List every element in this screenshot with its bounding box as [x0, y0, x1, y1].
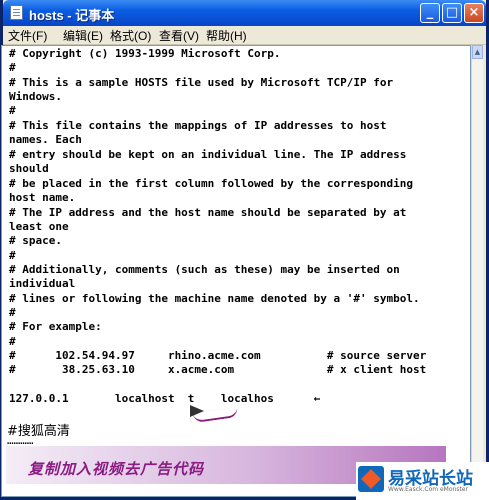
annotation-caption: 复制加入视频去广告代码	[28, 460, 205, 478]
text-line: # be placed in the first column followed…	[9, 177, 413, 190]
text-line: # This is a sample HOSTS file used by Mi…	[9, 76, 394, 89]
menu-bar: 文件(F) 编辑(E) 格式(O) 查看(V) 帮助(H)	[3, 26, 486, 45]
site-logo-icon	[358, 466, 384, 492]
watermark-sub: Www.Easck.Com eMonster	[388, 486, 468, 493]
text-line: # lines or following the machine name de…	[9, 292, 420, 305]
text-line: #	[9, 335, 16, 348]
arrow-pointer-icon	[190, 405, 204, 417]
menu-view[interactable]: 查看(V)	[159, 27, 199, 44]
text-line: host name.	[9, 191, 76, 204]
text-line: # entry should be kept on an individual …	[9, 148, 407, 161]
text-line: individual	[9, 277, 76, 290]
text-line: # space.	[9, 234, 62, 247]
text-line: names. Each	[9, 133, 82, 146]
vertical-scrollbar[interactable]: ▲	[471, 45, 483, 497]
maximize-button[interactable]: □	[442, 3, 462, 23]
text-line: # 38.25.63.10 x.acme.com # x client host	[9, 363, 427, 376]
menu-format[interactable]: 格式(O)	[110, 27, 151, 44]
text-editor[interactable]: # Copyright (c) 1993-1999 Microsoft Corp…	[1, 45, 471, 497]
text-line: # The IP address and the host name shoul…	[9, 206, 407, 219]
text-line: #	[9, 306, 16, 319]
text-line: #	[9, 249, 16, 262]
text-line: # Copyright (c) 1993-1999 Microsoft Corp…	[9, 47, 281, 60]
text-line: # This file contains the mappings of IP …	[9, 119, 387, 132]
text-line: # For example:	[9, 320, 102, 333]
text-line: # Additionally, comments (such as these)…	[9, 263, 400, 276]
minimize-button[interactable]: _	[420, 3, 440, 23]
menu-file[interactable]: 文件(F)	[8, 27, 47, 44]
menu-edit[interactable]: 编辑(E)	[63, 27, 103, 44]
text-line: least one	[9, 220, 69, 233]
text-line: should	[9, 162, 49, 175]
text-line: Windows.	[9, 90, 62, 103]
title-bar[interactable]: hosts - 记事本 _ □ ×	[3, 0, 486, 26]
site-watermark: 易采站长站 Www.Easck.Com eMonster	[356, 462, 489, 500]
scroll-up-arrow-icon[interactable]: ▲	[472, 45, 483, 59]
text-line: #	[9, 61, 16, 74]
notepad-icon	[10, 5, 23, 20]
localhost-line: 127.0.0.1 localhost t localhos ←	[9, 392, 321, 405]
text-line: #	[9, 104, 16, 117]
menu-help[interactable]: 帮助(H)	[206, 27, 247, 44]
window-title: hosts - 记事本	[29, 8, 115, 23]
close-button[interactable]: ×	[464, 3, 484, 23]
text-line: # 102.54.94.97 rhino.acme.com # source s…	[9, 349, 427, 362]
